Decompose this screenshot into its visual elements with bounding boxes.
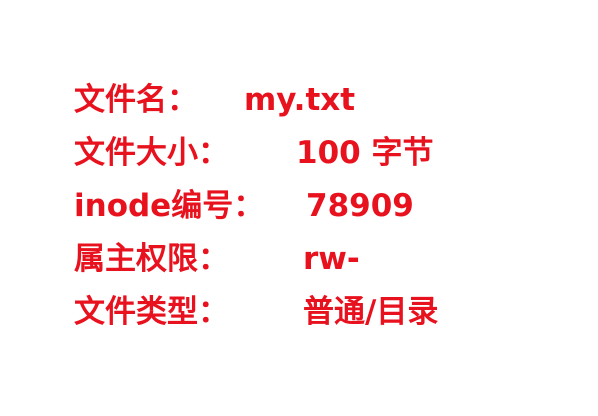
file-size-label: 文件大小：: [74, 135, 229, 171]
file-name-label: 文件名：: [74, 82, 198, 118]
file-size-value: 100 字节: [296, 135, 434, 171]
file-type-label: 文件类型：: [74, 294, 229, 330]
inode-number-label: inode编号：: [74, 188, 265, 224]
owner-permission-value: rw-: [303, 241, 360, 277]
inode-number-value: 78909: [306, 188, 414, 224]
owner-permission-label: 属主权限：: [74, 241, 229, 277]
file-name-value: my.txt: [244, 82, 356, 118]
file-type-value: 普通/目录: [303, 294, 439, 330]
